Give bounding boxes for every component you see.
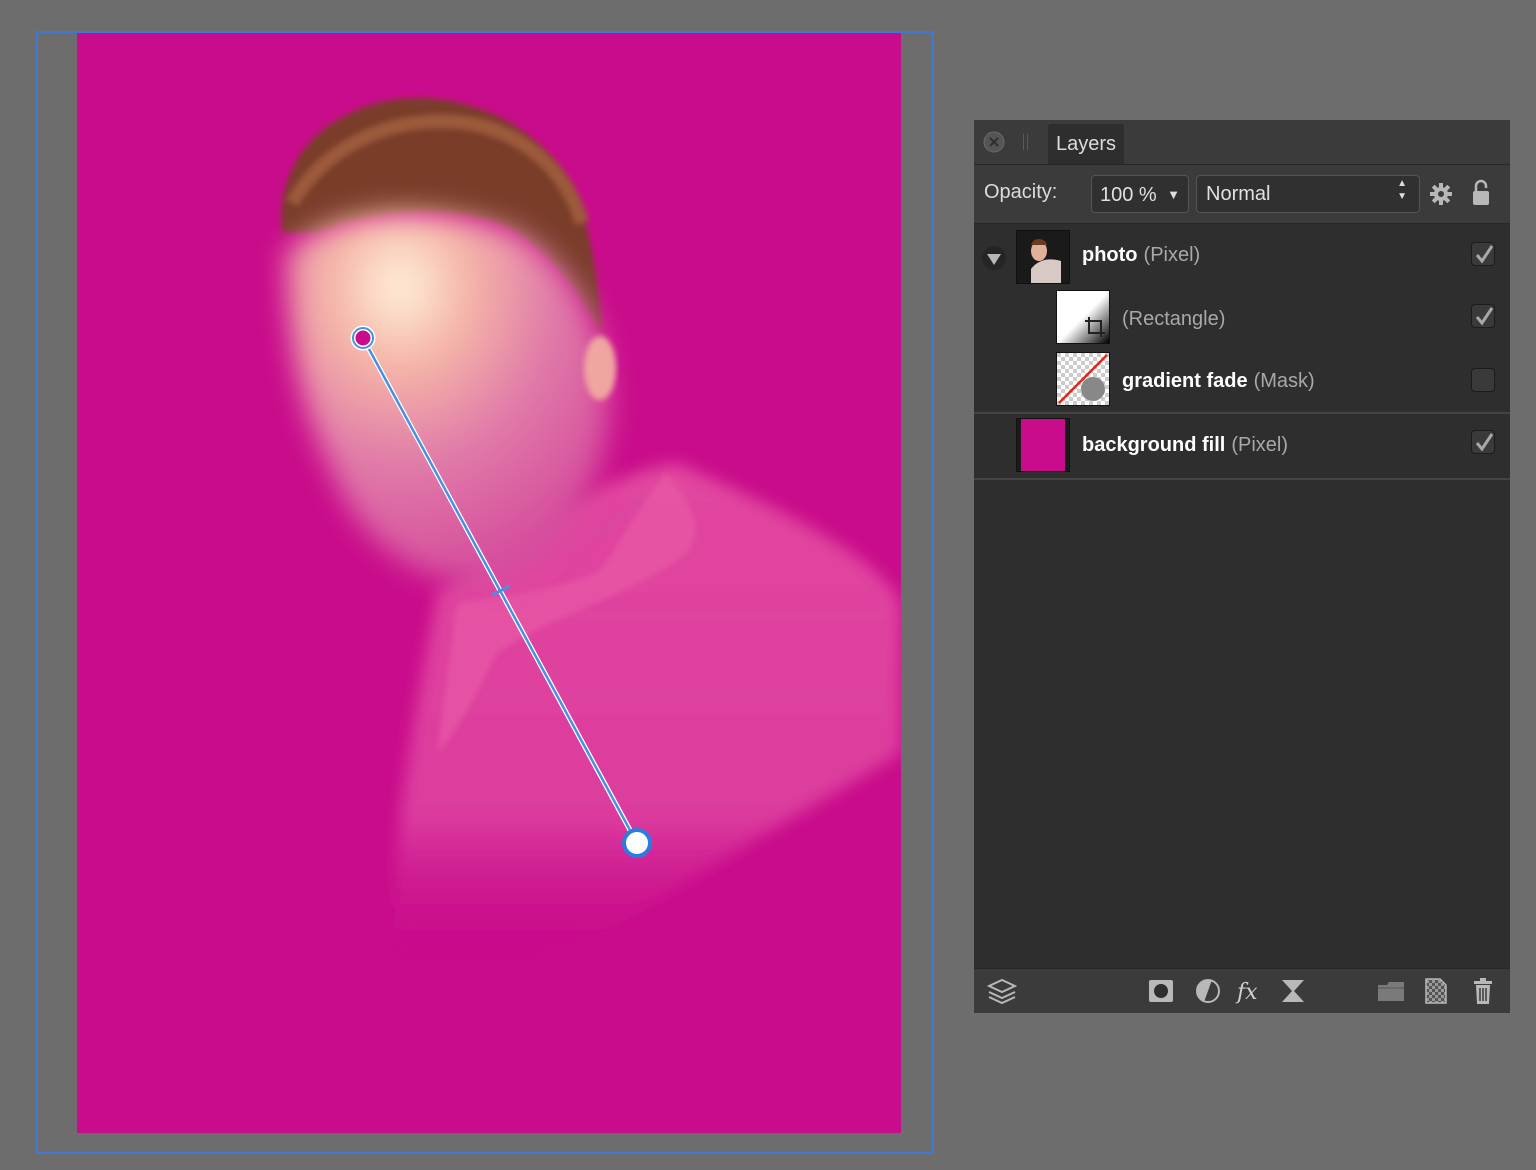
layer-thumbnail-rectangle <box>1056 290 1110 344</box>
mask-icon[interactable] <box>1146 977 1176 1005</box>
folder-icon[interactable] <box>1376 977 1406 1005</box>
layer-visibility-checkbox[interactable] <box>1471 430 1495 454</box>
layer-name: photo <box>1082 244 1138 266</box>
gear-icon[interactable] <box>1429 182 1453 206</box>
gradient-start-handle[interactable] <box>350 325 376 351</box>
layer-label-photo: photo (Pixel) <box>1082 244 1200 267</box>
document-canvas[interactable] <box>77 33 901 1133</box>
layer-thumbnail-background <box>1016 418 1070 472</box>
layer-row-background-fill[interactable]: background fill (Pixel) <box>974 414 1510 478</box>
layers-bottom-toolbar: fx <box>974 968 1510 1013</box>
layer-visibility-checkbox[interactable] <box>1471 368 1495 392</box>
layer-properties-bar: Opacity: 100 % ▼ Normal ▲ ▼ <box>974 165 1510 224</box>
layers-panel: Layers Opacity: 100 % ▼ Normal ▲ ▼ photo… <box>974 120 1510 1013</box>
blend-mode-select[interactable]: Normal ▲ ▼ <box>1196 175 1420 213</box>
live-filter-icon[interactable] <box>1278 977 1308 1005</box>
disclosure-triangle-icon[interactable] <box>982 246 1006 270</box>
checkmark-icon <box>1475 245 1494 264</box>
checkmark-icon <box>1475 433 1494 452</box>
new-layer-icon[interactable] <box>1420 977 1450 1005</box>
gradient-end-handle[interactable] <box>622 828 652 858</box>
svg-text:fx: fx <box>1235 980 1258 1005</box>
layer-visibility-checkbox[interactable] <box>1471 242 1495 266</box>
layer-label-rectangle: (Rectangle) <box>1122 308 1225 331</box>
adjustment-icon[interactable] <box>1193 977 1223 1005</box>
tab-layers[interactable]: Layers <box>1048 124 1124 164</box>
photo-artwork <box>281 98 901 967</box>
opacity-label: Opacity: <box>984 181 1058 203</box>
trash-icon[interactable] <box>1468 977 1498 1005</box>
blend-mode-value: Normal <box>1206 183 1271 205</box>
close-icon[interactable] <box>983 131 1005 153</box>
layer-label-background-fill: background fill (Pixel) <box>1082 434 1288 457</box>
layer-divider <box>974 478 1510 480</box>
panel-drag-grip[interactable] <box>1022 134 1030 150</box>
layer-name: background fill <box>1082 434 1226 456</box>
layer-thumbnail-mask <box>1056 352 1110 406</box>
layer-label-gradient-fade: gradient fade (Mask) <box>1122 370 1315 393</box>
layer-name: gradient fade <box>1122 370 1248 392</box>
checkmark-icon <box>1475 307 1494 326</box>
layer-row-rectangle[interactable]: (Rectangle) <box>974 288 1510 350</box>
layer-type: (Pixel) <box>1231 434 1289 456</box>
layer-row-photo[interactable]: photo (Pixel) <box>974 224 1510 288</box>
fx-icon[interactable]: fx <box>1235 977 1265 1005</box>
layers-stack-icon[interactable] <box>987 977 1017 1005</box>
stepper-arrows-icon: ▲ ▼ <box>1397 178 1407 202</box>
layer-thumbnail-photo <box>1016 230 1070 284</box>
layer-row-gradient-fade[interactable]: gradient fade (Mask) <box>974 350 1510 412</box>
opacity-value: 100 % <box>1100 184 1157 206</box>
lock-icon[interactable] <box>1471 179 1491 207</box>
layer-type: (Mask) <box>1253 370 1315 392</box>
chevron-down-icon: ▼ <box>1167 187 1180 202</box>
layer-type: (Rectangle) <box>1122 308 1226 330</box>
layer-visibility-checkbox[interactable] <box>1471 304 1495 328</box>
panel-tab-bar: Layers <box>974 120 1510 165</box>
opacity-dropdown[interactable]: 100 % ▼ <box>1091 175 1189 213</box>
layer-type: (Pixel) <box>1143 244 1201 266</box>
